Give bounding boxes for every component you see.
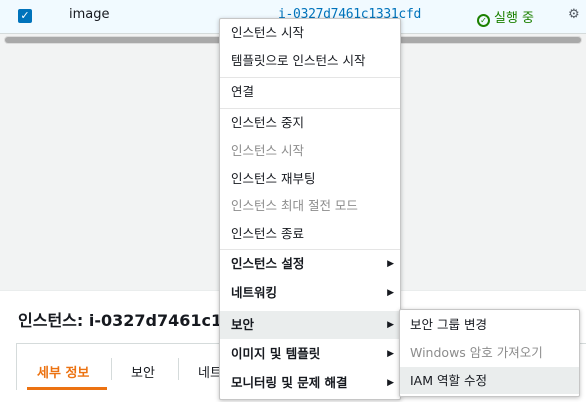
menu-item-images-and-templates[interactable]: 이미지 및 템플릿 ▶ — [220, 341, 400, 367]
menu-item-terminate-instance[interactable]: 인스턴스 종료 — [220, 221, 400, 247]
instance-state-label: 실행 중 — [494, 11, 535, 26]
menu-item-monitor-and-troubleshoot[interactable]: 모니터링 및 문제 해결 ▶ — [220, 370, 400, 396]
menu-item-label: 모니터링 및 문제 해결 — [231, 375, 348, 390]
menu-item-stop-instance[interactable]: 인스턴스 중지 — [220, 110, 400, 136]
check-circle-icon: ✓ — [477, 14, 490, 27]
submenu-item-modify-iam-role[interactable]: IAM 역할 수정 — [400, 367, 579, 394]
menu-item-instance-settings[interactable]: 인스턴스 설정 ▶ — [220, 251, 400, 277]
menu-item-networking[interactable]: 네트워킹 ▶ — [220, 280, 400, 306]
settings-icon[interactable]: ⚙ — [568, 7, 580, 22]
tab-details[interactable]: 세부 정보 — [37, 362, 89, 381]
submenu-arrow-icon: ▶ — [387, 259, 394, 269]
submenu-item-get-windows-password: Windows 암호 가져오기 — [410, 345, 543, 360]
submenu-arrow-icon: ▶ — [387, 320, 394, 330]
submenu-item-change-security-groups[interactable]: 보안 그룹 변경 — [400, 311, 579, 338]
menu-item-connect[interactable]: 연결 — [220, 79, 400, 105]
menu-divider — [220, 77, 400, 78]
instance-actions-menu: 인스턴스 시작 템플릿으로 인스턴스 시작 연결 인스턴스 중지 인스턴스 시작… — [219, 18, 401, 400]
submenu-arrow-icon: ▶ — [387, 288, 394, 298]
active-tab-indicator — [27, 387, 107, 390]
detail-title: 인스턴스: i-0327d7461c1 — [18, 311, 223, 330]
menu-item-hibernate-instance: 인스턴스 최대 절전 모드 — [231, 198, 358, 213]
menu-divider — [220, 249, 400, 250]
tab-security[interactable]: 보안 — [131, 362, 155, 381]
menu-item-start-instance-disabled: 인스턴스 시작 — [231, 143, 304, 158]
menu-item-label: 보안 — [231, 317, 255, 332]
menu-item-start-instance[interactable]: 인스턴스 시작 — [220, 20, 400, 46]
instance-state-cell: ✓ 실행 중 — [477, 7, 534, 27]
menu-item-label: 네트워킹 — [231, 285, 278, 300]
menu-item-label: 이미지 및 템플릿 — [231, 346, 321, 361]
menu-item-reboot-instance[interactable]: 인스턴스 재부팅 — [220, 166, 400, 192]
row-checkbox[interactable]: ✓ — [18, 9, 32, 23]
security-submenu: 보안 그룹 변경 Windows 암호 가져오기 IAM 역할 수정 — [399, 309, 580, 397]
menu-divider — [220, 108, 400, 109]
tab-divider — [111, 358, 112, 380]
tab-divider — [178, 358, 179, 380]
submenu-arrow-icon: ▶ — [387, 349, 394, 359]
menu-item-security[interactable]: 보안 ▶ — [220, 311, 400, 339]
menu-item-launch-from-template[interactable]: 템플릿으로 인스턴스 시작 — [220, 48, 400, 74]
submenu-arrow-icon: ▶ — [387, 378, 394, 388]
instance-name-cell: image — [69, 7, 110, 22]
menu-item-label: 인스턴스 설정 — [231, 256, 305, 271]
